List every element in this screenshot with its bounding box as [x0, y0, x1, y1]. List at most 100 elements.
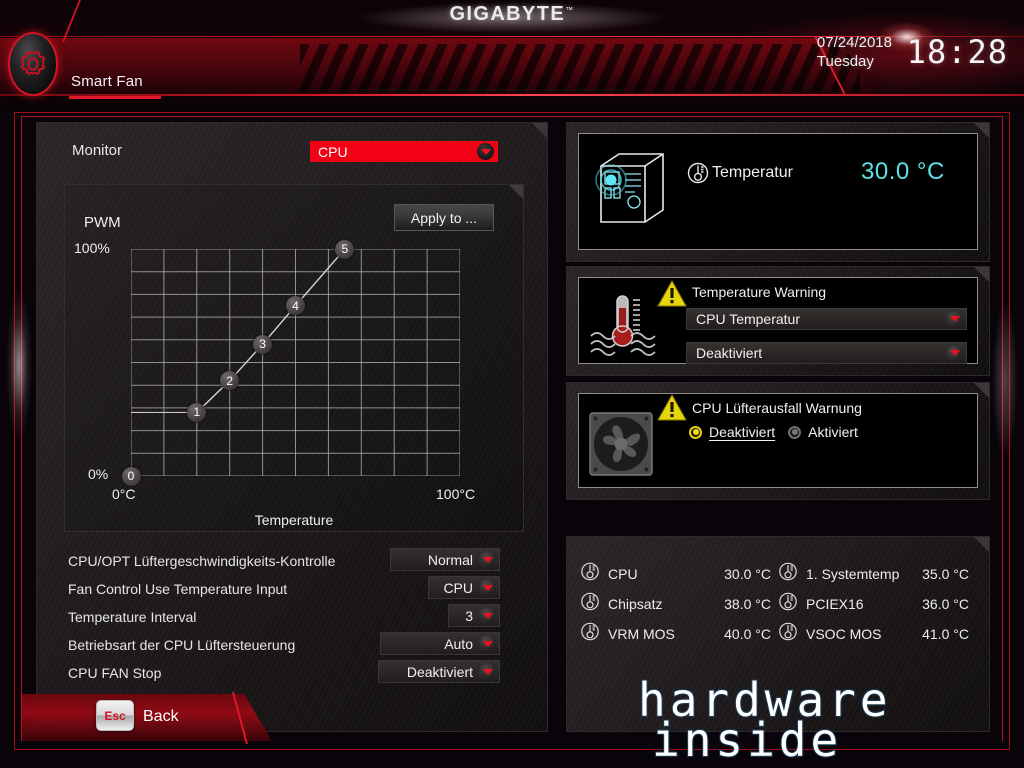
- setting-value: CPU: [443, 579, 473, 596]
- setting-value: Deaktiviert: [406, 663, 473, 680]
- setting-select[interactable]: Normal: [390, 548, 500, 571]
- chevron-down-icon: [479, 551, 496, 568]
- header-date: 07/24/2018 Tuesday: [817, 33, 892, 71]
- brand-logo: GIGABYTE™: [0, 0, 1024, 26]
- thermometer-icon: [581, 560, 600, 588]
- monitor-select[interactable]: CPU: [310, 141, 498, 162]
- chevron-down-icon: [479, 663, 496, 680]
- sensor-readout: 1. Systemtemp 35.0 °C: [779, 562, 977, 584]
- graph-x-axis-title: Temperature: [254, 512, 334, 528]
- tab-smart-fan[interactable]: Smart Fan: [71, 73, 143, 90]
- setting-label: CPU FAN Stop: [68, 664, 162, 681]
- hardware-monitor-grid: CPU 30.0 °C 1. Systemtemp 35.0 °C Chipsatz 38…: [581, 562, 977, 644]
- fan-failure-warning-title: CPU Lüfterausfall Warnung: [692, 400, 862, 416]
- setting-select[interactable]: Deaktiviert: [378, 660, 500, 683]
- radio-option-label: Deaktiviert: [709, 424, 776, 440]
- sensor-value: 30.0 °C: [724, 565, 771, 582]
- temperature-panel: Temperatur 30.0 °C: [566, 122, 990, 262]
- thermometer-icon: [581, 590, 600, 618]
- temperature-warning-source-select[interactable]: CPU Temperatur: [686, 308, 967, 330]
- curve-node-3[interactable]: 3: [253, 334, 273, 354]
- graph-y-min-label: 0%: [88, 466, 109, 482]
- sensor-value: 36.0 °C: [922, 595, 969, 612]
- sensor-name: Chipsatz: [608, 595, 663, 612]
- sensor-name: VSOC MOS: [806, 625, 882, 642]
- temperature-warning-source-value: CPU Temperatur: [696, 311, 801, 327]
- sensor-name: PCIEX16: [806, 595, 864, 612]
- setting-label: Temperature Interval: [68, 608, 197, 625]
- fan-icon: [589, 412, 653, 476]
- setting-label: Betriebsart der CPU Lüftersteuerung: [68, 636, 296, 653]
- setting-row: CPU/OPT Lüftergeschwindigkeits-Kontrolle…: [68, 548, 500, 573]
- chevron-down-icon: [477, 143, 494, 160]
- header-hatch-pattern: [300, 44, 860, 92]
- radio-button-icon: [689, 425, 702, 439]
- setting-row: Betriebsart der CPU Lüftersteuerung Auto: [68, 632, 500, 657]
- fan-failure-warning-options: Deaktiviert Aktiviert: [689, 424, 858, 440]
- sensor-readout: VRM MOS 40.0 °C: [581, 622, 779, 644]
- back-button[interactable]: Back: [143, 708, 179, 726]
- chevron-down-icon: [946, 344, 963, 362]
- pc-case-icon: [589, 144, 675, 230]
- setting-value: Normal: [427, 551, 473, 568]
- monitor-select-value: CPU: [318, 143, 348, 160]
- radio-option-unselected[interactable]: Aktiviert: [788, 424, 858, 440]
- fan-curve-plot[interactable]: 012345: [121, 239, 461, 486]
- thermometer-icon: [581, 620, 600, 648]
- radio-button-icon: [788, 425, 802, 439]
- header-weekday-value: Tuesday: [816, 53, 874, 70]
- warning-triangle-icon: [657, 280, 687, 307]
- setting-label: Fan Control Use Temperature Input: [68, 580, 288, 597]
- sensor-value: 41.0 °C: [922, 625, 969, 642]
- sensor-readout: Chipsatz 38.0 °C: [581, 592, 779, 614]
- apply-to-button[interactable]: Apply to ...: [394, 204, 494, 231]
- esc-key-icon[interactable]: Esc: [96, 700, 134, 731]
- header-date-value: 07/24/2018: [816, 34, 892, 51]
- thermometer-icon: [779, 620, 798, 648]
- setting-select[interactable]: CPU: [428, 576, 500, 599]
- temperature-label: Temperatur: [712, 164, 793, 181]
- radio-option-label: Aktiviert: [808, 424, 858, 440]
- curve-node-5[interactable]: 5: [335, 239, 355, 259]
- chevron-down-icon: [946, 310, 963, 328]
- chevron-down-icon: [479, 635, 496, 652]
- thermometer-water-icon: [587, 292, 661, 358]
- setting-label: CPU/OPT Lüftergeschwindigkeits-Kontrolle: [68, 552, 336, 569]
- sensor-readout: PCIEX16 36.0 °C: [779, 592, 977, 614]
- setting-select[interactable]: 3: [448, 604, 500, 627]
- fan-failure-warning-panel: CPU Lüfterausfall Warnung Deaktiviert Akt…: [566, 382, 990, 500]
- radio-option-selected[interactable]: Deaktiviert: [689, 424, 775, 440]
- graph-x-max-label: 100°C: [436, 486, 476, 502]
- setting-row: Fan Control Use Temperature Input CPU: [68, 576, 500, 601]
- setting-row: CPU FAN Stop Deaktiviert: [68, 660, 500, 685]
- graph-y-max-label: 100%: [74, 240, 110, 256]
- warning-triangle-icon: [657, 394, 687, 421]
- tab-active-indicator: [69, 96, 161, 99]
- thermometer-icon: [687, 160, 709, 186]
- hardware-monitor-panel: CPU 30.0 °C 1. Systemtemp 35.0 °C Chipsatz 38…: [566, 536, 990, 732]
- temperature-warning-title: Temperature Warning: [692, 284, 827, 300]
- temperature-warning-state-value: Deaktiviert: [696, 345, 763, 361]
- gear-icon: [8, 32, 58, 96]
- monitor-label: Monitor: [72, 142, 123, 159]
- temperature-warning-panel: Temperature Warning CPU Temperatur Deakt…: [566, 266, 990, 376]
- header-time: 18:28: [906, 33, 1008, 71]
- setting-select[interactable]: Auto: [380, 632, 500, 655]
- temperature-warning-state-select[interactable]: Deaktiviert: [686, 342, 967, 364]
- thermometer-icon: [779, 590, 798, 618]
- sensor-readout: CPU 30.0 °C: [581, 562, 779, 584]
- temperature-value: 30.0 °C: [861, 158, 945, 185]
- sensor-name: VRM MOS: [608, 625, 675, 642]
- brand-logo-text: GIGABYTE: [449, 3, 566, 25]
- curve-node-0[interactable]: 0: [121, 466, 141, 486]
- temperature-inner-box: Temperatur 30.0 °C: [578, 133, 978, 250]
- setting-row: Temperature Interval 3: [68, 604, 500, 629]
- sensor-value: 40.0 °C: [724, 625, 771, 642]
- brand-tm: ™: [565, 5, 575, 15]
- bios-screen: GIGABYTE™ Smart Fan 07/24/2018 Tuesday 1…: [0, 0, 1024, 768]
- sensor-name: 1. Systemtemp: [806, 565, 900, 582]
- sensor-name: CPU: [608, 565, 638, 582]
- sensor-readout: VSOC MOS 41.0 °C: [779, 622, 977, 644]
- chevron-down-icon: [479, 607, 496, 624]
- fan-curve-svg: [130, 248, 461, 477]
